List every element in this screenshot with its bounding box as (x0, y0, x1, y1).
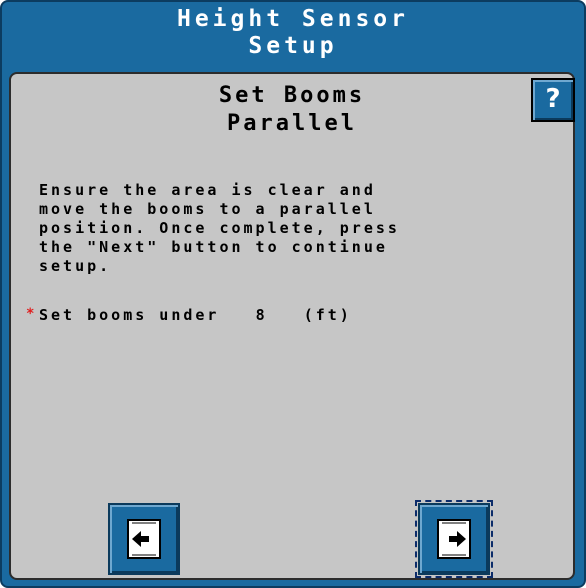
back-button[interactable] (108, 503, 180, 575)
next-button[interactable] (415, 500, 493, 578)
content-panel (9, 72, 575, 580)
page-title: Height Sensor Setup (0, 6, 586, 60)
step-heading: Set Booms Parallel (9, 82, 575, 138)
title-line-2: Setup (248, 33, 338, 59)
title-line-1: Height Sensor (176, 6, 409, 32)
boom-height-field: Set booms under 8 (ft) (39, 306, 352, 325)
next-page-icon (437, 519, 471, 559)
step-heading-line-2: Parallel (227, 111, 357, 136)
instruction-line: move the booms to a parallel (39, 200, 376, 218)
instruction-line: setup. (39, 257, 112, 275)
instruction-line: the "Next" button to continue (39, 238, 388, 256)
instructions-text: Ensure the area is clear and move the bo… (39, 181, 400, 276)
boom-height-unit: (ft) (303, 306, 352, 324)
step-heading-line-1: Set Booms (218, 83, 366, 108)
required-marker: * (26, 306, 35, 322)
boom-height-value[interactable]: 8 (256, 306, 268, 324)
boom-height-label: Set booms under (39, 306, 220, 324)
back-page-icon (127, 519, 161, 559)
instruction-line: position. Once complete, press (39, 219, 400, 237)
instruction-line: Ensure the area is clear and (39, 181, 376, 199)
